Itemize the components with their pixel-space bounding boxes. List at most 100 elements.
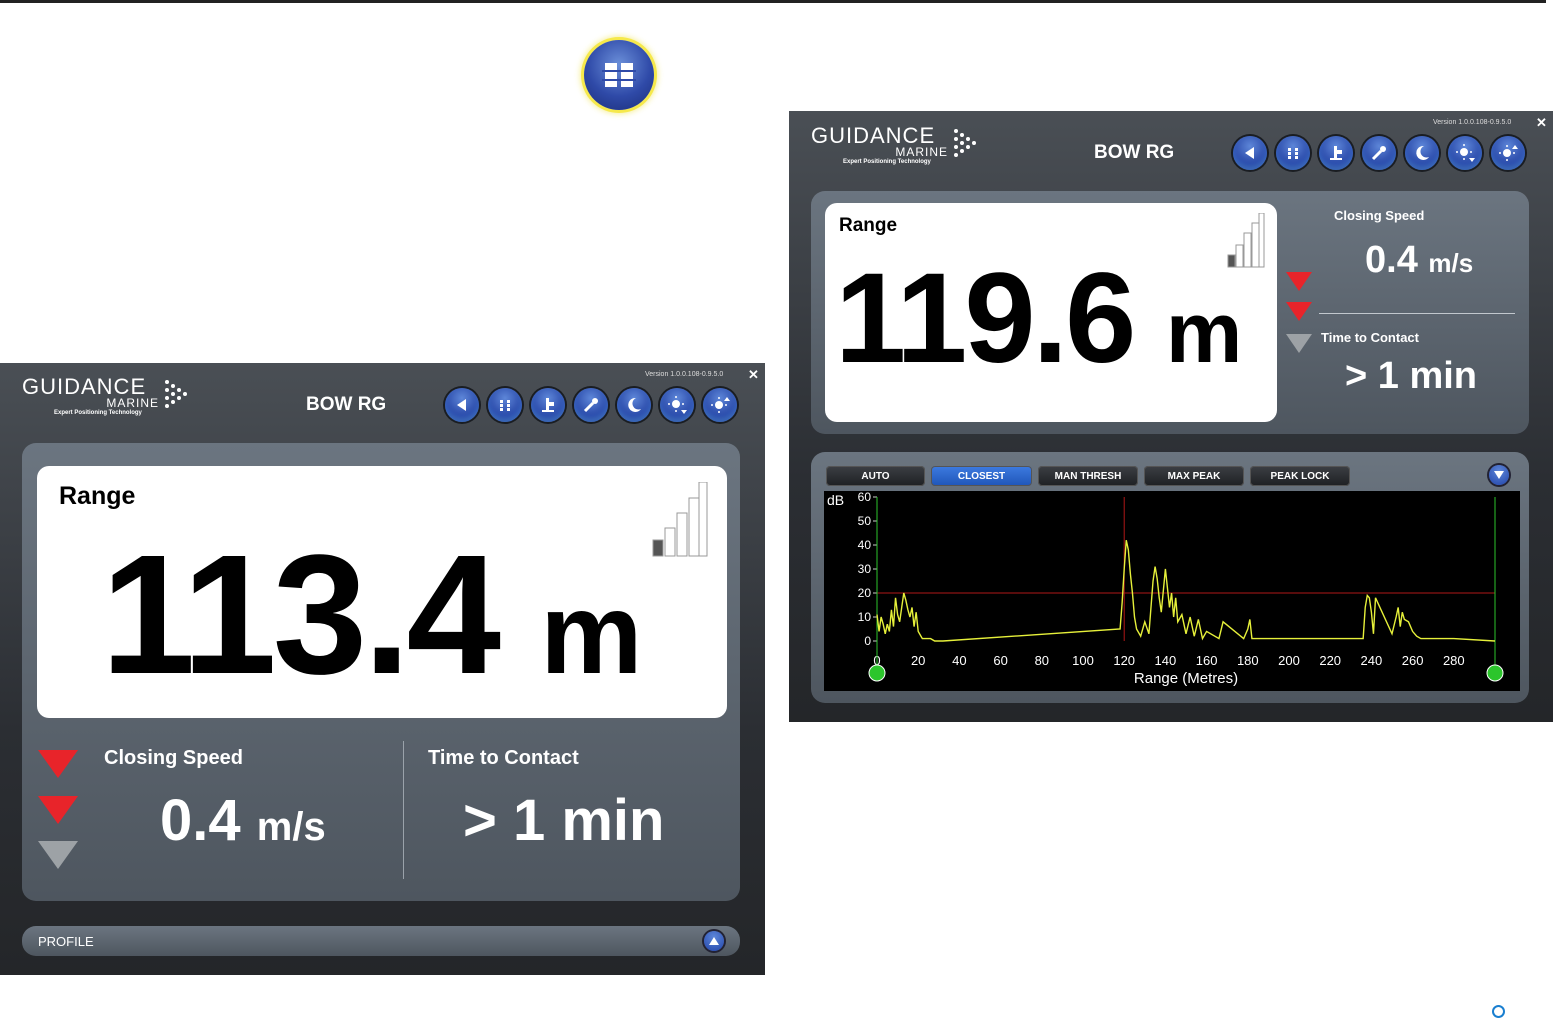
divider [1319,313,1515,314]
closing-speed-label: Closing Speed [1334,208,1425,223]
chevron-up-icon [709,937,719,945]
x-tick-label: 40 [952,653,966,668]
y-tick-label: 0 [864,634,871,648]
x-tick-label: 160 [1196,653,1218,668]
floating-menu-button[interactable] [584,40,654,110]
settings-button[interactable] [574,388,608,422]
brightness-up-button[interactable] [703,388,737,422]
x-tick-label: 80 [1035,653,1049,668]
readout-panel: Range 119.6 m Closing Speed 0.4 m/s Time… [811,191,1529,434]
mode-button-closest[interactable]: CLOSEST [931,466,1032,486]
profile-label: PROFILE [38,934,94,949]
brightness-up-button[interactable] [1491,136,1525,170]
x-tick-label: 140 [1155,653,1177,668]
target-button[interactable] [531,388,565,422]
y-tick-label: 40 [858,538,872,552]
x-axis-label: Range (Metres) [1134,670,1238,687]
x-tick-label: 20 [911,653,925,668]
wrench-icon [583,398,598,413]
range-box: Range 119.6 m [825,203,1277,422]
divider [403,741,404,879]
range-value: 113.4 m [101,530,643,719]
closing-speed-unit: m/s [1428,248,1474,278]
profile-chart-svg: 0102030405060dB0204060801001201401601802… [827,490,1504,687]
range-value: 119.6 m [835,255,1242,397]
logo-dots-icon [954,129,976,157]
x-tick-label: 100 [1072,653,1094,668]
x-tick-label: 60 [993,653,1007,668]
closing-arrow-2 [38,796,78,824]
logo-tagline: Expert Positioning Technology [54,410,142,416]
range-box: Range 113.4 m [37,466,727,718]
settings-button[interactable] [1362,136,1396,170]
brightness-down-icon [1456,144,1475,162]
range-label: Range [839,215,898,236]
closing-speed-number: 0.4 [1365,239,1418,281]
version-text: Version 1.0.0.108-0.9.5.0 [1433,119,1512,126]
closing-speed-label: Closing Speed [104,747,243,769]
menu-grid-icon [602,63,636,87]
time-to-contact-value: > 1 min [463,788,665,853]
closing-arrow-1 [38,750,78,778]
logo-main-text: GUIDANCE [811,123,936,148]
guidance-marine-logo: GUIDANCE MARINE Expert Positioning Techn… [22,376,187,417]
chevron-down-icon [1494,471,1504,479]
window-title: BOW RG [306,394,387,415]
x-tick-label: 180 [1237,653,1259,668]
y-tick-label: 50 [858,514,872,528]
x-tick-label: 220 [1319,653,1341,668]
y-tick-label: 60 [858,491,872,504]
target-button[interactable] [1319,136,1353,170]
range-label: Range [59,482,136,510]
x-tick-label: 280 [1443,653,1465,668]
brightness-up-icon [711,397,730,413]
closing-speed-number: 0.4 [160,788,241,853]
version-text: Version 1.0.0.108-0.9.5.0 [645,371,724,378]
y-tick-label: 30 [858,562,872,576]
mode-button-max-peak[interactable]: MAX PEAK [1144,466,1244,486]
closing-arrow-1 [1286,272,1312,291]
night-mode-button[interactable] [617,388,651,422]
window-large-display: GUIDANCE MARINE Expert Positioning Techn… [0,363,765,975]
x-tick-label: 260 [1402,653,1424,668]
mode-button-peak-lock[interactable]: PEAK LOCK [1250,466,1350,486]
range-unit: m [540,570,643,698]
menu-button[interactable] [1276,136,1310,170]
profile-bar[interactable]: PROFILE [22,926,740,956]
guidance-marine-logo: GUIDANCE MARINE Expert Positioning Techn… [811,123,976,166]
menu-button[interactable] [488,388,522,422]
closing-arrow-3 [1286,334,1312,353]
closing-speed-value: 0.4 m/s [1365,239,1473,282]
brightness-down-icon [668,396,687,414]
profile-expand-button[interactable] [704,931,724,951]
signal-strength-icon [652,482,708,557]
time-to-contact-label: Time to Contact [1321,330,1419,345]
close-button[interactable]: ✕ [1536,115,1547,131]
night-mode-icon [628,397,641,412]
y-tick-label: 20 [858,586,872,600]
closing-speed-unit: m/s [256,805,326,849]
range-unit: m [1165,285,1243,381]
brightness-up-icon [1499,145,1518,161]
back-button[interactable] [445,388,479,422]
page-indicator-icon [1492,1005,1505,1018]
brightness-down-button[interactable] [660,388,694,422]
back-button[interactable] [1233,136,1267,170]
x-tick-label: 120 [1113,653,1135,668]
brightness-down-button[interactable] [1448,136,1482,170]
range-number: 113.4 [101,520,501,710]
mode-button-man-thresh[interactable]: MAN THRESH [1038,466,1138,486]
profile-collapse-button[interactable] [1489,465,1509,485]
time-to-contact-label: Time to Contact [428,747,579,769]
menu-grid-icon [500,400,510,411]
mode-button-auto[interactable]: AUTO [826,466,925,486]
target-icon [1330,146,1342,160]
y-tick-label: 10 [858,610,872,624]
menu-grid-icon [1288,148,1298,159]
back-icon [1245,147,1254,159]
profile-chart: 0102030405060dB0204060801001201401601802… [824,490,1520,691]
close-button[interactable]: ✕ [748,367,759,383]
night-mode-button[interactable] [1405,136,1439,170]
range-number: 119.6 [835,247,1136,390]
closing-arrow-2 [1286,302,1312,321]
